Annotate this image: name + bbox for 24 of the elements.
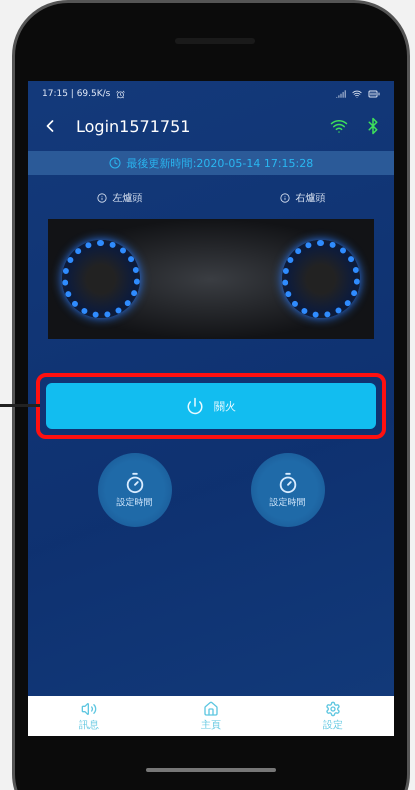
speaker-icon [81,700,97,716]
settings-icon [325,700,341,716]
alarm-icon [116,90,126,98]
leader-line [0,404,40,407]
set-time-button[interactable]: 設定時間 [98,453,172,527]
clock-icon [108,157,121,169]
info-icon [280,193,290,203]
power-icon [186,397,204,415]
status-time: 17:15 | 69.5K/s [42,89,110,99]
home-icon [203,700,219,716]
burner-label: 右爐頭 [296,192,326,205]
info-icon [96,193,106,203]
power-off-button[interactable]: 關火 [46,383,376,429]
signal-icon [336,89,346,99]
nav-item[interactable]: 設定 [323,700,343,732]
set-time-button[interactable]: 設定時間 [250,453,324,527]
battery-icon [368,88,380,100]
nav-item[interactable]: 主頁 [201,700,221,732]
nav-item[interactable]: 訊息 [79,700,99,732]
wifi-icon [330,117,348,135]
last-update-text: 最後更新時間:2020-05-14 17:15:28 [126,156,314,170]
device-title: Login1571751 [76,116,192,136]
wifi-status-icon [352,89,362,99]
burner-label: 左爐頭 [112,192,142,205]
